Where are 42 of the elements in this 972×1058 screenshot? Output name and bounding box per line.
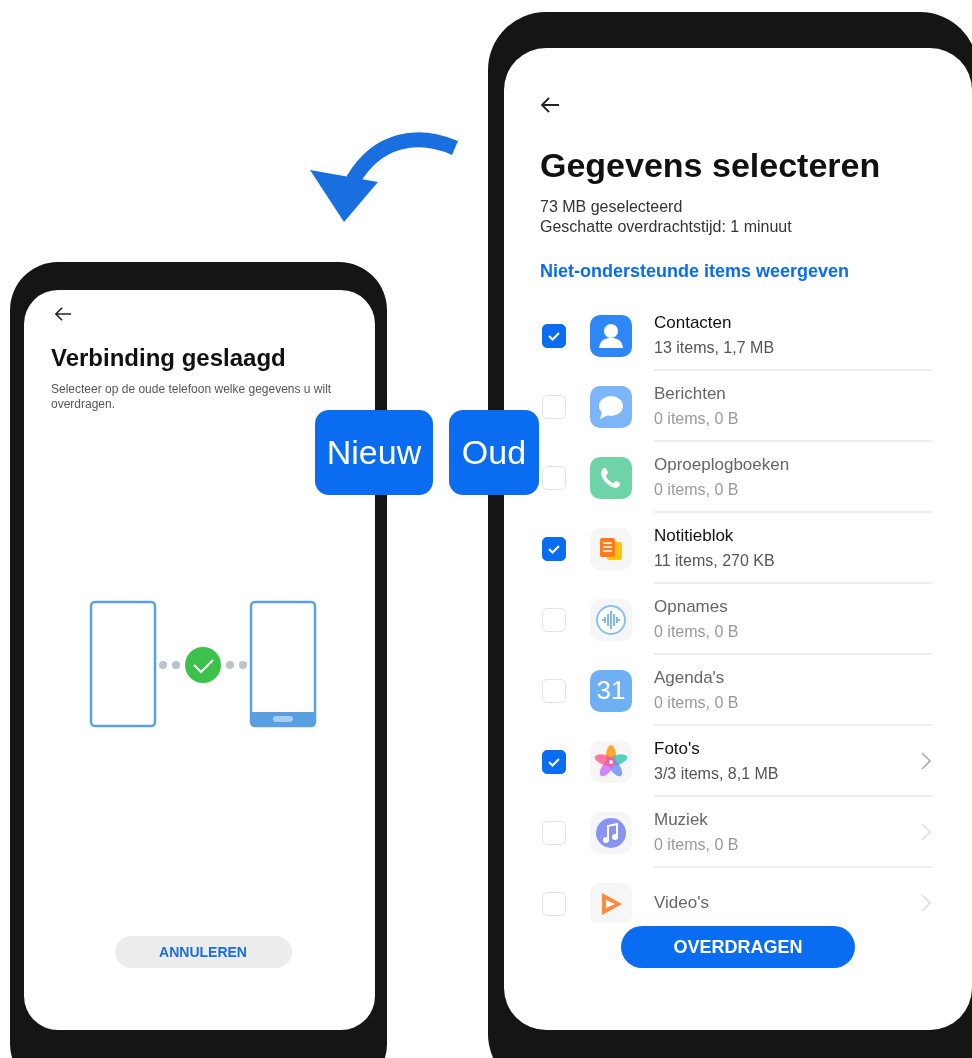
videos-icon — [590, 882, 632, 922]
item-name: Oproeplogboeken — [654, 454, 790, 475]
photos-icon — [590, 740, 632, 783]
item-name: Notitieblok — [654, 525, 734, 546]
screen-title: Verbinding geslaagd — [51, 344, 287, 372]
chevron-right-icon[interactable] — [920, 750, 932, 771]
item-name: Agenda's — [654, 667, 725, 688]
transfer-time-text: Geschatte overdrachtstijd: 1 minuut — [540, 217, 793, 237]
notes-icon — [590, 527, 632, 570]
item-name: Muziek — [654, 809, 708, 830]
back-arrow-icon[interactable] — [540, 96, 560, 114]
description-text: Selecteer op de oude telefoon welke gegevens u wilt overdragen. — [51, 382, 333, 412]
recordings-icon — [590, 598, 632, 641]
item-name: Contacten — [654, 312, 732, 333]
item-name: Video's — [654, 892, 709, 913]
back-arrow-icon[interactable] — [54, 306, 72, 322]
old-phone-label: Oud — [449, 410, 539, 495]
calls-icon — [590, 456, 632, 499]
transfer-button[interactable]: OVERDRAGEN — [621, 926, 855, 968]
item-detail: 13 items, 1,7 MB — [654, 338, 775, 357]
item-detail: 3/3 items, 8,1 MB — [654, 764, 779, 783]
item-detail: 0 items, 0 B — [654, 835, 739, 854]
checkbox[interactable] — [542, 323, 566, 348]
item-detail: 0 items, 0 B — [654, 409, 739, 428]
messages-icon — [590, 385, 632, 428]
item-detail: 0 items, 0 B — [654, 480, 739, 499]
screen-title: Gegevens selecteren — [540, 146, 882, 185]
item-detail: 0 items, 0 B — [654, 622, 739, 641]
item-name: Foto's — [654, 738, 700, 759]
unsupported-items-link[interactable]: Niet-ondersteunde items weergeven — [540, 261, 850, 282]
contacts-icon — [590, 314, 632, 357]
selected-size-text: 73 MB geselecteerd — [540, 197, 684, 217]
calendar-icon: 31 — [590, 669, 632, 712]
cancel-button[interactable]: ANNULEREN — [114, 936, 292, 968]
new-phone-label: Nieuw — [315, 410, 433, 495]
music-icon — [590, 811, 632, 854]
item-name: Opnames — [654, 596, 728, 617]
checkbox[interactable] — [542, 749, 566, 774]
item-detail: 11 items, 270 KB — [654, 551, 775, 570]
item-detail: 0 items, 0 B — [654, 693, 739, 712]
item-name: Berichten — [654, 383, 726, 404]
checkbox[interactable] — [542, 536, 566, 561]
